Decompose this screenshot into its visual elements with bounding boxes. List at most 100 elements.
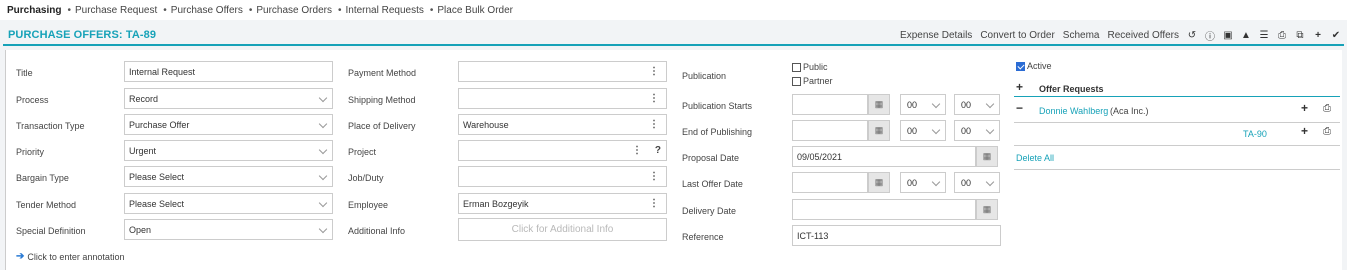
last-offer-date[interactable] [792, 172, 868, 193]
process-select[interactable]: Record [124, 88, 333, 109]
help-icon[interactable]: ? [655, 145, 661, 156]
hour-value: 00 [907, 99, 918, 110]
title-input[interactable]: Internal Request [124, 61, 333, 82]
add-icon[interactable]: + [1301, 101, 1308, 115]
transaction-type-select[interactable]: Purchase Offer [124, 114, 333, 135]
priority-select[interactable]: Urgent [124, 140, 333, 161]
more-options-icon[interactable]: ⋮ [649, 93, 659, 104]
job-duty-input[interactable]: ⋮ [458, 166, 667, 187]
checkbox-box[interactable] [792, 76, 801, 86]
public-checkbox[interactable]: Public [792, 62, 828, 72]
print-icon[interactable]: ⎙ [1277, 30, 1287, 41]
bargain-type-value: Please Select [129, 171, 185, 182]
annotation-text: Click to enter annotation [27, 251, 125, 262]
received-offers-link[interactable]: Received Offers [1107, 30, 1179, 41]
calendar-icon[interactable]: ▦ [976, 199, 998, 220]
box-icon[interactable]: ▣ [1223, 30, 1233, 41]
publication-starts-hour[interactable]: 00 [900, 94, 946, 115]
nav-purchase-offers[interactable]: Purchase Offers [171, 5, 243, 16]
calendar-icon[interactable]: ▦ [868, 94, 890, 115]
end-of-publishing-label: End of Publishing [682, 127, 753, 137]
bargain-type-select[interactable]: Please Select [124, 166, 333, 187]
additional-info-field[interactable]: Click for Additional Info [458, 218, 667, 241]
bargain-type-label: Bargain Type [16, 173, 69, 183]
more-options-icon[interactable]: ⋮ [649, 198, 659, 209]
print-icon[interactable]: ⎙ [1323, 126, 1331, 137]
info-icon[interactable]: ⓘ [1205, 28, 1215, 43]
header-accent-line [3, 44, 1344, 46]
requester-name-link[interactable]: Donnie Wahlberg [1039, 106, 1108, 116]
history-icon[interactable]: ↺ [1187, 30, 1197, 41]
reference-input[interactable]: ICT-113 [792, 225, 1001, 246]
minute-value: 00 [961, 177, 972, 188]
special-definition-select[interactable]: Open [124, 219, 333, 240]
hour-value: 00 [907, 177, 918, 188]
end-of-publishing-hour[interactable]: 00 [900, 120, 946, 141]
payment-method-input[interactable]: ⋮ [458, 61, 667, 82]
process-value: Record [129, 93, 159, 104]
project-input[interactable]: ⋮? [458, 140, 667, 161]
project-label: Project [348, 147, 377, 157]
active-checkbox[interactable]: Active [1016, 61, 1052, 71]
add-icon[interactable]: + [1301, 124, 1308, 138]
checkbox-box[interactable] [792, 62, 801, 72]
nav-internal-requests[interactable]: Internal Requests [345, 5, 423, 16]
plus-icon[interactable]: + [1313, 30, 1323, 41]
calendar-icon[interactable]: ▦ [976, 146, 998, 167]
top-navigation: Purchasing • Purchase Request • Purchase… [0, 0, 1347, 20]
more-options-icon[interactable]: ⋮ [649, 119, 659, 130]
list-icon[interactable]: ☰ [1259, 30, 1269, 41]
end-of-publishing-date[interactable] [792, 120, 868, 141]
minute-value: 00 [961, 125, 972, 136]
publication-starts-minute[interactable]: 00 [954, 94, 1000, 115]
check-icon[interactable]: ✔ [1331, 30, 1341, 41]
bell-icon[interactable]: ▲ [1241, 30, 1251, 41]
more-options-icon[interactable]: ⋮ [632, 145, 642, 156]
requester-company: (Aca Inc.) [1110, 106, 1149, 116]
place-of-delivery-input[interactable]: Warehouse ⋮ [458, 114, 667, 135]
convert-to-order-link[interactable]: Convert to Order [980, 30, 1054, 41]
proposal-date-input[interactable]: 09/05/2021 [792, 146, 976, 167]
hour-value: 00 [907, 125, 918, 136]
module-title[interactable]: Purchasing [7, 5, 61, 16]
divider [1014, 145, 1340, 146]
calendar-icon[interactable]: ▦ [868, 172, 890, 193]
more-options-icon[interactable]: ⋮ [649, 66, 659, 77]
copy-icon[interactable]: ⧉ [1295, 30, 1305, 41]
collapse-icon[interactable]: − [1016, 101, 1023, 115]
additional-info-label: Additional Info [348, 226, 406, 236]
reference-label: Reference [682, 232, 724, 242]
employee-input[interactable]: Erman Bozgeyik ⋮ [458, 193, 667, 214]
shipping-method-label: Shipping Method [348, 95, 416, 105]
delete-all-link[interactable]: Delete All [1016, 153, 1054, 163]
tender-method-select[interactable]: Please Select [124, 193, 333, 214]
end-of-publishing-minute[interactable]: 00 [954, 120, 1000, 141]
delivery-date-label: Delivery Date [682, 206, 737, 216]
nav-separator: • [429, 4, 434, 16]
delivery-date-input[interactable] [792, 199, 976, 220]
job-duty-label: Job/Duty [348, 173, 384, 183]
partner-checkbox[interactable]: Partner [792, 76, 833, 86]
nav-separator: • [67, 4, 71, 16]
schema-link[interactable]: Schema [1063, 30, 1100, 41]
shipping-method-input[interactable]: ⋮ [458, 88, 667, 109]
nav-separator: • [248, 4, 253, 16]
offer-code-link[interactable]: TA-90 [1243, 129, 1267, 139]
special-definition-label: Special Definition [16, 226, 86, 236]
transaction-type-value: Purchase Offer [129, 119, 190, 130]
nav-purchase-request[interactable]: Purchase Request [75, 5, 157, 16]
more-options-icon[interactable]: ⋮ [649, 171, 659, 182]
print-icon[interactable]: ⎙ [1323, 103, 1331, 114]
annotation-link[interactable]: ➔ Click to enter annotation [16, 251, 124, 262]
last-offer-hour[interactable]: 00 [900, 172, 946, 193]
expense-details-link[interactable]: Expense Details [900, 30, 972, 41]
minute-value: 00 [961, 99, 972, 110]
add-icon[interactable]: + [1016, 80, 1023, 94]
arrow-right-icon: ➔ [16, 251, 25, 262]
last-offer-minute[interactable]: 00 [954, 172, 1000, 193]
nav-place-bulk-order[interactable]: Place Bulk Order [437, 5, 513, 16]
checkbox-box[interactable] [1016, 61, 1025, 71]
calendar-icon[interactable]: ▦ [868, 120, 890, 141]
nav-purchase-orders[interactable]: Purchase Orders [256, 5, 332, 16]
publication-starts-date[interactable] [792, 94, 868, 115]
